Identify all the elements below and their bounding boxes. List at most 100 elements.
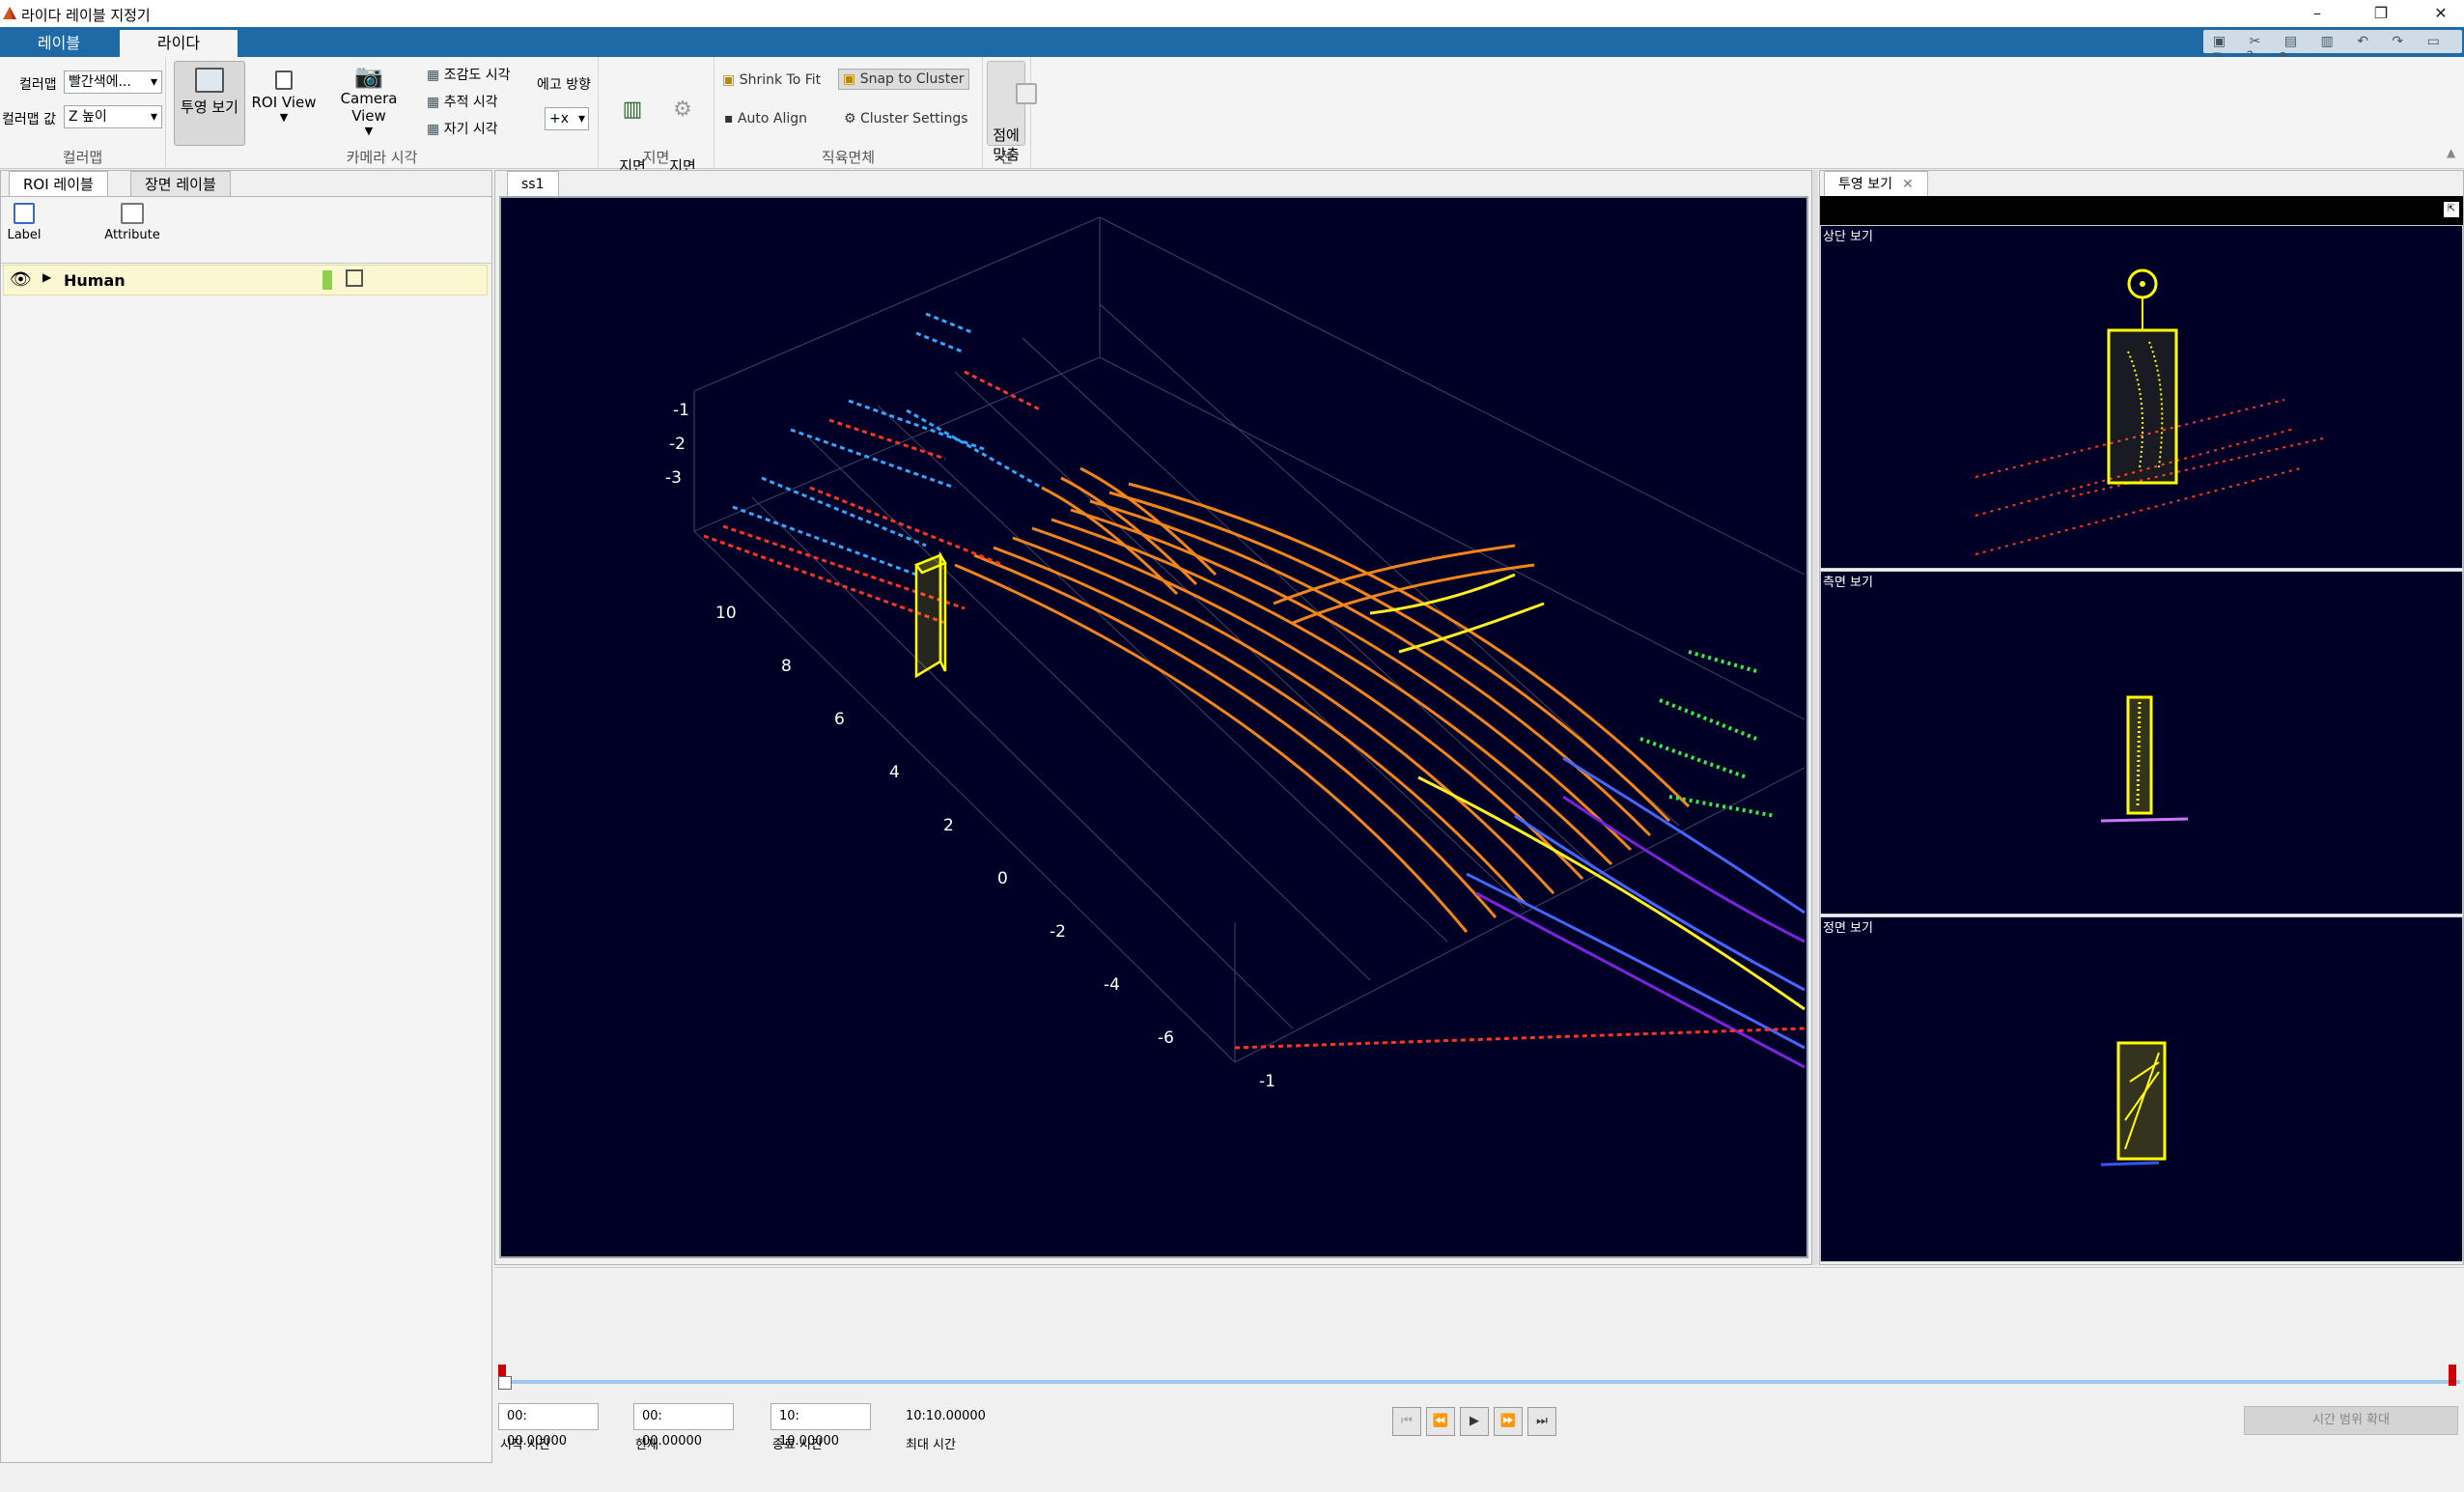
panel-splitter[interactable] <box>1812 170 1818 1265</box>
ego-direction-select[interactable]: +x ▾ <box>545 107 589 130</box>
colormap-value-label: 컬러맵 값 <box>2 112 56 127</box>
first-frame-icon[interactable]: ⏮ <box>1392 1407 1421 1436</box>
toolstrip: 컬러맵 빨간색에... ▾ 컬러맵 값 Z 높이 ▾ 컬러맵 투영 보기 ROI V… <box>0 57 2464 194</box>
camera-view-button[interactable]: 📷 Camera View ▼ <box>322 61 415 146</box>
fit-points-button[interactable]: 점에 맞춤 <box>987 61 1037 163</box>
tab-scene-labels[interactable]: 장면 레이블 <box>130 171 231 196</box>
front-view[interactable]: 정면 보기 <box>1820 916 2463 1262</box>
tick-y-2: -3 <box>665 468 682 488</box>
bird-view-button[interactable]: ▦ 조감도 시각 <box>427 65 511 84</box>
start-time-label: 시작 시간 <box>500 1438 550 1452</box>
label-definition-area: Label Attribute 👁 ▶ Human <box>1 196 491 1462</box>
ground-group-label: 지면 <box>642 149 670 166</box>
tick-x-7: -4 <box>1104 975 1120 995</box>
timeline-track[interactable] <box>502 1380 2460 1384</box>
left-panel: ROI 레이블 장면 레이블 Label Attribute 👁 ▶ Human <box>0 170 492 1463</box>
tick-x-6: -2 <box>1050 922 1066 942</box>
add-label-icon <box>14 203 35 224</box>
expand-arrow-icon[interactable]: ▶ <box>42 270 51 284</box>
colormap-group-label: 컬러맵 <box>62 149 103 166</box>
tab-roi-labels[interactable]: ROI 레이블 <box>9 171 108 196</box>
tick-x-9: -1 <box>1259 1072 1275 1091</box>
ground-settings-button[interactable]: ⚙ 지면 설정 <box>660 63 705 194</box>
end-time-label: 종료 시간 <box>772 1438 823 1452</box>
tick-x-0: 10 <box>715 604 737 623</box>
camera-group-label: 카메라 시각 <box>346 149 418 166</box>
ego-direction-label: 에고 방향 <box>537 77 591 93</box>
shrink-to-fit-button[interactable]: ▣ Shrink To Fit <box>722 72 821 88</box>
line-group: 점에 맞춤 선 <box>983 57 1037 169</box>
cluster-settings-button[interactable]: ⚙ Cluster Settings <box>844 111 968 127</box>
ribbon-tab-strip: 레이블 라이다 ▣ ✂ ▤ ▥ ↶ ↷ ▭ ⧉ ? ⊗ <box>0 27 2464 65</box>
ego-view-button[interactable]: ▦ 자기 시각 <box>427 119 498 138</box>
tick-y-0: -1 <box>673 401 689 420</box>
play-icon[interactable]: ▶ <box>1460 1407 1489 1436</box>
tick-x-1: 8 <box>781 657 792 676</box>
start-time-field[interactable]: 00: 00.00000 <box>498 1403 599 1449</box>
tab-projection-view[interactable]: 투영 보기 ✕ <box>1824 171 1928 196</box>
close-icon[interactable]: ✕ <box>2422 2 2460 25</box>
auto-align-button[interactable]: ▪ Auto Align <box>724 111 807 127</box>
colormap-group: 컬러맵 빨간색에... ▾ 컬러맵 값 Z 높이 ▾ 컬러맵 <box>0 57 166 169</box>
chase-view-button[interactable]: ▦ 추적 시각 <box>427 92 498 111</box>
tick-x-8: -6 <box>1158 1028 1174 1048</box>
colormap-select[interactable]: 빨간색에... ▾ <box>64 70 162 94</box>
roi-view-button[interactable]: ROI View ▼ <box>249 61 319 146</box>
cuboid-group: ▣ Shrink To Fit ▣ Snap to Cluster ▪ Auto… <box>714 57 983 169</box>
ground-settings-icon: ⚙ <box>673 98 692 122</box>
add-attribute-button[interactable]: Attribute <box>101 203 163 242</box>
divider <box>1 263 491 264</box>
tick-x-5: 0 <box>997 869 1008 888</box>
restore-icon[interactable]: ❐ <box>2362 2 2400 25</box>
max-time-label: 최대 시간 <box>906 1438 956 1452</box>
right-panel: 투영 보기 ✕ ⇱ 상단 보기 측면 보기 정면 보기 <box>1819 170 2464 1265</box>
tick-x-4: 2 <box>943 816 954 835</box>
previous-frame-icon[interactable]: ⏪ <box>1426 1407 1455 1436</box>
tab-ss1[interactable]: ss1 <box>507 171 559 196</box>
end-time-field[interactable]: 10: 10.00000 <box>770 1403 871 1449</box>
collapse-toolstrip-icon[interactable]: ▲ <box>2447 146 2455 159</box>
matlab-logo-icon <box>3 7 16 19</box>
tab-lidar[interactable]: 라이다 <box>120 30 238 57</box>
projection-view-button[interactable]: 투영 보기 <box>174 61 245 146</box>
current-time-slider[interactable] <box>498 1376 512 1390</box>
tick-x-3: 4 <box>889 763 900 782</box>
projection-header-bar: ⇱ <box>1820 196 2463 225</box>
colormap-value-select[interactable]: Z 높이 ▾ <box>64 105 162 128</box>
center-panel: ss1 -1 -2 -3 10 8 6 4 2 0 -2 -4 -6 -1 <box>494 170 1812 1265</box>
fit-points-icon <box>1015 83 1037 104</box>
ground-group: ▥ 지면 숨기기 ⚙ 지면 설정 지면 <box>599 57 714 194</box>
camera-view-group: 투영 보기 ROI View ▼ 📷 Camera View ▼ ▦ 조감도 시각 … <box>166 57 599 169</box>
snap-to-cluster-button[interactable]: ▣ Snap to Cluster <box>838 69 969 90</box>
axes-grid <box>693 216 1806 1063</box>
roi-view-icon <box>275 70 293 90</box>
cuboid-group-label: 직육면체 <box>821 149 876 166</box>
label-row-human[interactable]: 👁 ▶ Human <box>3 265 488 296</box>
next-frame-icon[interactable]: ⏩ <box>1494 1407 1523 1436</box>
timeline-panel: 00: 00.00000 시작 시간 00: 00.00000 현재 10: 1… <box>494 1267 2464 1463</box>
add-label-button[interactable]: Label <box>5 203 43 242</box>
cuboid-human <box>914 550 947 679</box>
zoom-time-range-button[interactable]: 시간 범위 확대 <box>2244 1406 2458 1435</box>
point-cloud <box>703 312 1806 1069</box>
undock-icon[interactable]: ⇱ <box>2444 202 2459 217</box>
eye-icon[interactable]: 👁 <box>10 269 32 290</box>
colormap-label: 컬러맵 <box>19 77 57 93</box>
max-time-value: 10:10.00000 <box>906 1409 986 1423</box>
current-time-field[interactable]: 00: 00.00000 <box>633 1403 734 1449</box>
close-tab-icon[interactable]: ✕ <box>1902 177 1914 192</box>
tab-label[interactable]: 레이블 <box>0 30 118 57</box>
side-view[interactable]: 측면 보기 <box>1820 571 2463 915</box>
end-flag-marker[interactable] <box>2449 1365 2456 1386</box>
window-title: 라이다 레이블 지정기 <box>21 7 151 24</box>
tick-x-2: 6 <box>834 710 845 729</box>
minimize-icon[interactable]: – <box>2298 2 2337 25</box>
last-frame-icon[interactable]: ⏭ <box>1527 1407 1556 1436</box>
point-cloud-3d-view[interactable]: -1 -2 -3 10 8 6 4 2 0 -2 -4 -6 -1 <box>499 196 1808 1258</box>
top-view[interactable]: 상단 보기 <box>1820 225 2463 569</box>
quick-access-toolbar: ▣ ✂ ▤ ▥ ↶ ↷ ▭ ⧉ ? ⊗ <box>2203 30 2462 65</box>
cuboid-icon <box>346 269 363 287</box>
add-attribute-icon <box>121 203 144 224</box>
current-time-label: 현재 <box>635 1438 658 1452</box>
hide-ground-button[interactable]: ▥ 지면 숨기기 <box>610 63 655 194</box>
